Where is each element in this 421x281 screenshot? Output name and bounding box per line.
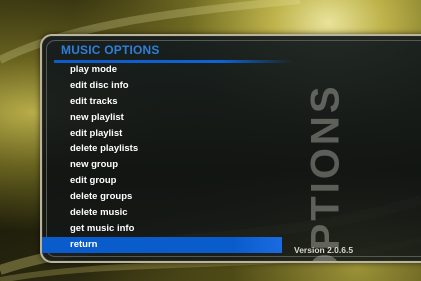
options-menu: play mode edit disc info edit tracks new…: [42, 62, 421, 253]
menu-item-new-group[interactable]: new group: [42, 157, 282, 173]
menu-item-delete-playlists[interactable]: delete playlists: [42, 141, 282, 157]
menu-item-delete-music[interactable]: delete music: [42, 205, 282, 221]
menu-item-edit-playlist[interactable]: edit playlist: [42, 126, 282, 142]
menu-item-edit-disc-info[interactable]: edit disc info: [42, 78, 282, 94]
menu-item-delete-groups[interactable]: delete groups: [42, 189, 282, 205]
menu-item-new-playlist[interactable]: new playlist: [42, 110, 282, 126]
options-panel: MUSIC OPTIONS OPTIONS play mode edit dis…: [40, 34, 421, 263]
menu-item-return[interactable]: return: [42, 236, 282, 253]
version-label: Version 2.0.6.5: [294, 245, 354, 255]
menu-item-edit-tracks[interactable]: edit tracks: [42, 94, 282, 110]
menu-item-play-mode[interactable]: play mode: [42, 62, 282, 78]
menu-item-get-music-info[interactable]: get music info: [42, 221, 282, 237]
panel-title: MUSIC OPTIONS: [61, 43, 160, 57]
menu-item-edit-group[interactable]: edit group: [42, 173, 282, 189]
